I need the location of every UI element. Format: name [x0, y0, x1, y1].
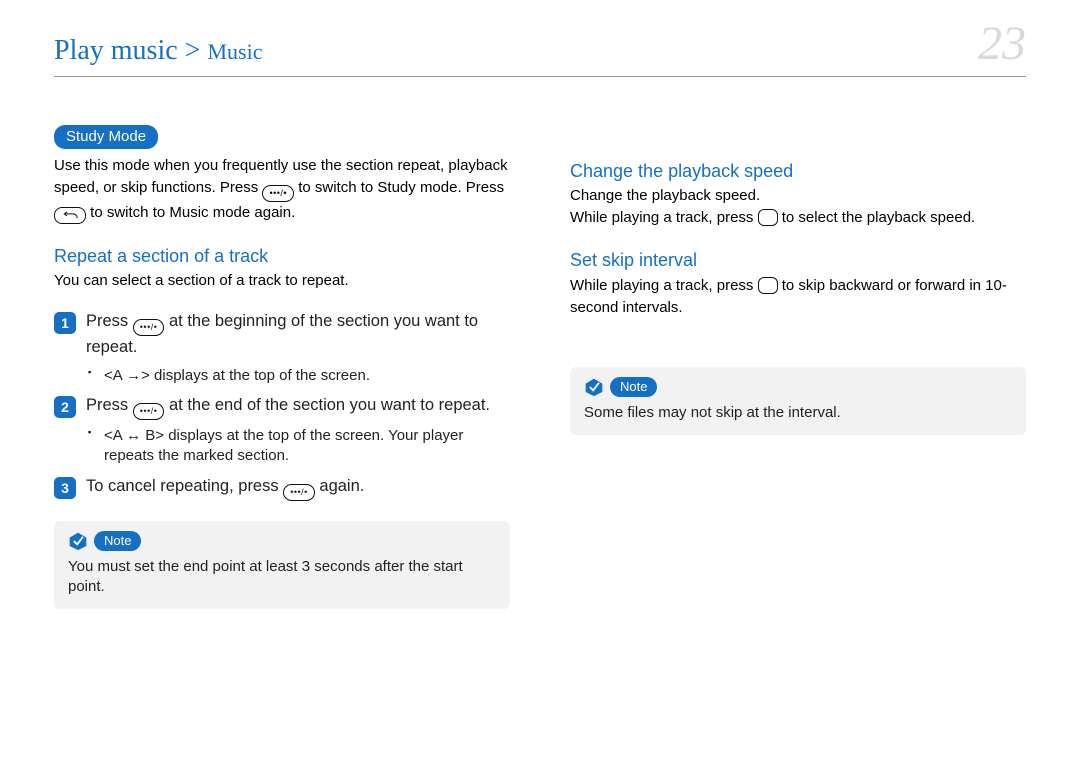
- note-check-icon: [68, 531, 88, 551]
- note-label: Note: [610, 377, 657, 397]
- page-number: 23: [978, 20, 1026, 68]
- button-icon: [758, 277, 778, 294]
- text: While playing a track, press: [570, 209, 758, 226]
- note-header: Note: [584, 377, 1012, 397]
- button-icon: [758, 209, 778, 226]
- skip-interval-text: While playing a track, press to skip bac…: [570, 275, 1026, 319]
- ab-button-icon: •••/•: [133, 319, 165, 336]
- right-column: Change the playback speed Change the pla…: [570, 125, 1026, 609]
- breadcrumb-sep: >: [178, 35, 208, 66]
- change-speed-intro: Change the playback speed.: [570, 186, 1026, 207]
- ab-button-icon: •••/•: [262, 185, 294, 202]
- text: to select the playback speed.: [782, 209, 975, 226]
- note-text: You must set the end point at least 3 se…: [68, 557, 496, 598]
- text: at the end of the section you want to re…: [169, 396, 490, 414]
- text: While playing a track, press: [570, 277, 758, 294]
- step-3-text: To cancel repeating, press •••/• again.: [86, 475, 510, 501]
- step-1-sub: <A →> displays at the top of the screen.: [104, 366, 510, 386]
- change-speed-heading: Change the playback speed: [570, 161, 1026, 182]
- step-body: Press •••/• at the beginning of the sect…: [86, 310, 510, 386]
- text: to switch to Study mode. Press: [298, 179, 504, 196]
- step-2-text: Press •••/• at the end of the section yo…: [86, 394, 510, 420]
- page-header: Play music > Music 23: [54, 0, 1026, 77]
- page: Play music > Music 23 Study Mode Use thi…: [0, 0, 1080, 762]
- breadcrumb-sub: Music: [207, 39, 262, 64]
- step-number-2: 2: [54, 396, 76, 418]
- study-mode-description: Use this mode when you frequently use th…: [54, 155, 510, 224]
- text: to switch to Music mode again.: [90, 204, 295, 221]
- note-check-icon: [584, 377, 604, 397]
- content-columns: Study Mode Use this mode when you freque…: [54, 125, 1026, 609]
- text: Press: [86, 396, 133, 414]
- step-2: 2 Press •••/• at the end of the section …: [54, 394, 510, 467]
- step-body: To cancel repeating, press •••/• again.: [86, 475, 510, 501]
- change-speed-text: While playing a track, press to select t…: [570, 207, 1026, 229]
- step-number-1: 1: [54, 312, 76, 334]
- step-2-sub: <A ↔ B> displays at the top of the scree…: [104, 426, 510, 467]
- step-number-3: 3: [54, 477, 76, 499]
- note-header: Note: [68, 531, 496, 551]
- ab-button-icon: •••/•: [133, 403, 165, 420]
- note-text: Some files may not skip at the interval.: [584, 403, 1012, 423]
- note-box-right: Note Some files may not skip at the inte…: [570, 367, 1026, 435]
- text: Press: [86, 312, 133, 330]
- study-mode-badge: Study Mode: [54, 125, 158, 149]
- steps-list: 1 Press •••/• at the beginning of the se…: [54, 310, 510, 501]
- text: To cancel repeating, press: [86, 477, 283, 495]
- repeat-section-heading: Repeat a section of a track: [54, 246, 510, 267]
- breadcrumb-main: Play music: [54, 35, 178, 66]
- return-button-icon: [54, 207, 86, 224]
- step-3: 3 To cancel repeating, press •••/• again…: [54, 475, 510, 501]
- step-1-text: Press •••/• at the beginning of the sect…: [86, 310, 510, 360]
- left-column: Study Mode Use this mode when you freque…: [54, 125, 510, 609]
- step-body: Press •••/• at the end of the section yo…: [86, 394, 510, 467]
- note-box-left: Note You must set the end point at least…: [54, 521, 510, 610]
- skip-interval-heading: Set skip interval: [570, 250, 1026, 271]
- breadcrumb: Play music > Music: [54, 35, 262, 67]
- repeat-intro: You can select a section of a track to r…: [54, 271, 510, 292]
- note-label: Note: [94, 531, 141, 551]
- step-1: 1 Press •••/• at the beginning of the se…: [54, 310, 510, 386]
- text: again.: [319, 477, 364, 495]
- ab-button-icon: •••/•: [283, 484, 315, 501]
